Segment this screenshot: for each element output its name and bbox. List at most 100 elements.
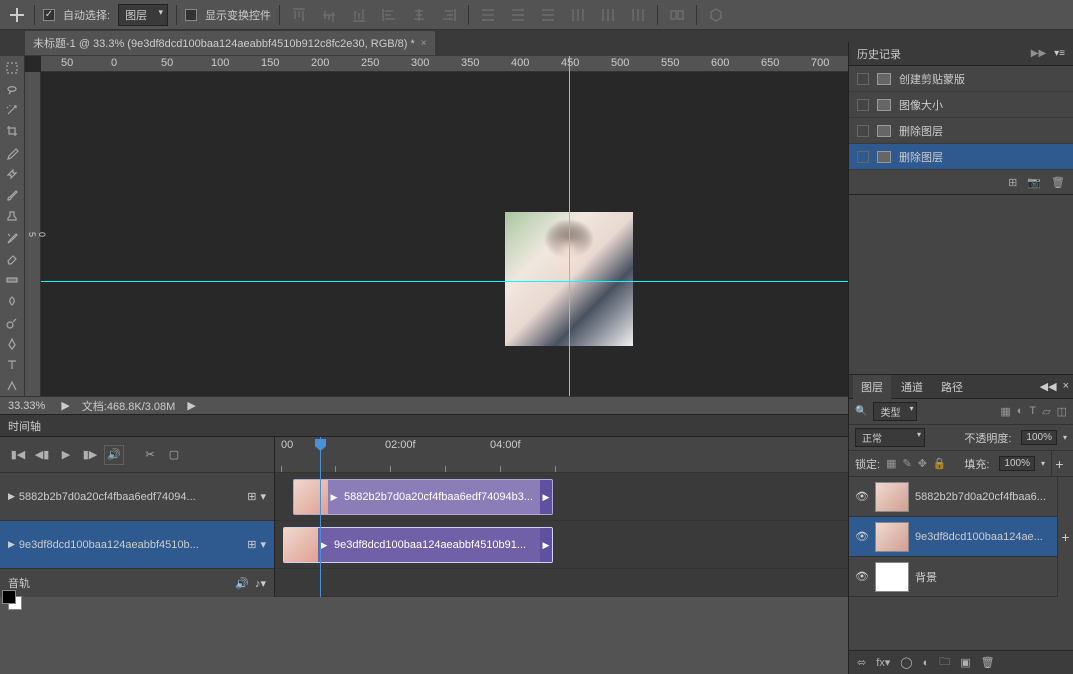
type-tool[interactable] <box>0 356 23 375</box>
brush-tool[interactable] <box>0 186 23 205</box>
history-brush-tool[interactable] <box>0 228 23 247</box>
auto-align-icon[interactable] <box>666 4 688 26</box>
track-menu-icon[interactable]: ▾ <box>260 538 266 551</box>
track-header-2[interactable]: ▶ 9e3df8dcd100baa124aeabbf4510b... ⊞ ▾ <box>0 521 274 569</box>
track-menu-icon[interactable]: ▾ <box>260 490 266 503</box>
filter-shape-icon[interactable]: ▱ <box>1042 405 1050 418</box>
filter-pixel-icon[interactable]: ▦ <box>1000 405 1010 418</box>
stamp-tool[interactable] <box>0 207 23 226</box>
close-icon[interactable]: × <box>1063 380 1069 393</box>
zoom-slider-icon[interactable]: ▶ <box>61 399 69 412</box>
distribute-bottom-icon[interactable] <box>537 4 559 26</box>
play-button[interactable]: ▶ <box>56 445 76 465</box>
panel-collapse-icon[interactable]: ◀◀ <box>1040 380 1057 393</box>
lock-position-icon[interactable]: ✥ <box>918 457 927 470</box>
align-left-icon[interactable] <box>378 4 400 26</box>
path-tool[interactable] <box>0 377 23 396</box>
visibility-icon[interactable]: 👁 <box>855 570 869 583</box>
fg-color[interactable] <box>2 590 16 604</box>
blur-tool[interactable] <box>0 292 23 311</box>
history-item[interactable]: 创建剪贴蒙版 <box>849 66 1073 92</box>
audio-icon[interactable]: 🔊 <box>235 578 249 590</box>
clip-1[interactable]: ▶ 5882b2b7d0a20cf4fbaa6edf74094b3... ▶ <box>293 479 553 515</box>
clip-expand-icon[interactable]: ▶ <box>328 492 340 503</box>
prev-frame-button[interactable]: ◀▮ <box>32 445 52 465</box>
lasso-tool[interactable] <box>0 79 23 98</box>
panel-menu-icon[interactable]: ▾≡ <box>1054 48 1065 59</box>
link-icon[interactable]: ⬄ <box>857 656 866 669</box>
marquee-tool[interactable] <box>0 58 23 77</box>
panel-collapse-icon[interactable]: ▶▶ <box>1031 48 1046 59</box>
3d-mode-icon[interactable] <box>705 4 727 26</box>
playhead[interactable] <box>320 437 321 597</box>
align-bottom-icon[interactable] <box>348 4 370 26</box>
trash-icon[interactable]: 🗑 <box>981 656 995 669</box>
distribute-hcenter-icon[interactable] <box>597 4 619 26</box>
distribute-right-icon[interactable] <box>627 4 649 26</box>
color-swatch[interactable] <box>2 590 22 610</box>
eyedropper-tool[interactable] <box>0 143 23 162</box>
tab-layers[interactable]: 图层 <box>853 375 891 399</box>
align-top-icon[interactable] <box>288 4 310 26</box>
add-button[interactable]: + <box>1057 477 1073 597</box>
clip-end-icon[interactable]: ▶ <box>540 528 552 562</box>
layer-item[interactable]: 👁 9e3df8dcd100baa124ae... <box>849 517 1057 557</box>
history-item[interactable]: 删除图层 <box>849 144 1073 170</box>
distribute-top-icon[interactable] <box>477 4 499 26</box>
new-snapshot-icon[interactable]: ⊞ <box>1008 176 1017 189</box>
transition-button[interactable]: ▢ <box>164 445 184 465</box>
group-icon[interactable]: 🗀 <box>939 653 950 672</box>
align-right-icon[interactable] <box>438 4 460 26</box>
close-icon[interactable]: × <box>421 38 427 49</box>
distribute-vcenter-icon[interactable] <box>507 4 529 26</box>
music-icon[interactable]: ♪ <box>255 578 261 590</box>
guide-vertical[interactable] <box>569 56 570 396</box>
align-vcenter-icon[interactable] <box>318 4 340 26</box>
filter-smart-icon[interactable]: ◫ <box>1057 405 1067 418</box>
clip-2[interactable]: ▶ 9e3df8dcd100baa124aeabbf4510b91... ▶ <box>283 527 553 563</box>
layer-item[interactable]: 👁 背景 <box>849 557 1057 597</box>
wand-tool[interactable] <box>0 101 23 120</box>
next-frame-button[interactable]: ▮▶ <box>80 445 100 465</box>
tab-paths[interactable]: 路径 <box>933 375 971 399</box>
document-tab[interactable]: 未标题-1 @ 33.3% (9e3df8dcd100baa124aeabbf4… <box>25 31 435 55</box>
gradient-tool[interactable] <box>0 271 23 290</box>
split-button[interactable]: ✂ <box>140 445 160 465</box>
fx-icon[interactable]: fx▾ <box>876 656 890 669</box>
camera-icon[interactable]: 📷 <box>1027 176 1041 189</box>
lock-all-icon[interactable]: 🔒 <box>933 457 947 470</box>
filter-adjust-icon[interactable]: ◐ <box>1017 405 1024 418</box>
audio-button[interactable]: 🔊 <box>104 445 124 465</box>
fill-input[interactable]: 100% <box>999 456 1035 471</box>
layer-item[interactable]: 👁 5882b2b7d0a20cf4fbaa6... <box>849 477 1057 517</box>
healing-tool[interactable] <box>0 164 23 183</box>
filter-type-dropdown[interactable]: 类型 <box>873 402 917 421</box>
dodge-tool[interactable] <box>0 313 23 332</box>
align-hcenter-icon[interactable] <box>408 4 430 26</box>
crop-tool[interactable] <box>0 122 23 141</box>
new-layer-icon[interactable]: ▣ <box>960 656 970 669</box>
add-button[interactable]: + <box>1051 451 1067 476</box>
doc-info-icon[interactable]: ▶ <box>187 399 195 412</box>
clip-end-icon[interactable]: ▶ <box>540 480 552 514</box>
auto-select-dropdown[interactable]: 图层 <box>118 4 168 26</box>
distribute-left-icon[interactable] <box>567 4 589 26</box>
visibility-icon[interactable]: 👁 <box>855 530 869 543</box>
trash-icon[interactable]: 🗑 <box>1051 176 1065 189</box>
adjustment-icon[interactable]: ◐ <box>923 657 930 669</box>
visibility-icon[interactable]: 👁 <box>855 490 869 503</box>
history-item[interactable]: 删除图层 <box>849 118 1073 144</box>
lock-pixels-icon[interactable]: ✎ <box>902 457 911 470</box>
first-frame-button[interactable]: ▮◀ <box>8 445 28 465</box>
history-item[interactable]: 图像大小 <box>849 92 1073 118</box>
track-header-1[interactable]: ▶ 5882b2b7d0a20cf4fbaa6edf74094... ⊞ ▾ <box>0 473 274 521</box>
auto-select-checkbox[interactable] <box>43 9 55 21</box>
show-transform-checkbox[interactable] <box>185 9 197 21</box>
opacity-input[interactable]: 100% <box>1021 430 1057 445</box>
eraser-tool[interactable] <box>0 249 23 268</box>
expand-icon[interactable]: ▶ <box>8 491 15 502</box>
blend-mode-dropdown[interactable]: 正常 <box>855 428 925 447</box>
filter-type-icon[interactable]: T <box>1029 405 1036 418</box>
tab-channels[interactable]: 通道 <box>893 375 931 399</box>
pen-tool[interactable] <box>0 334 23 353</box>
